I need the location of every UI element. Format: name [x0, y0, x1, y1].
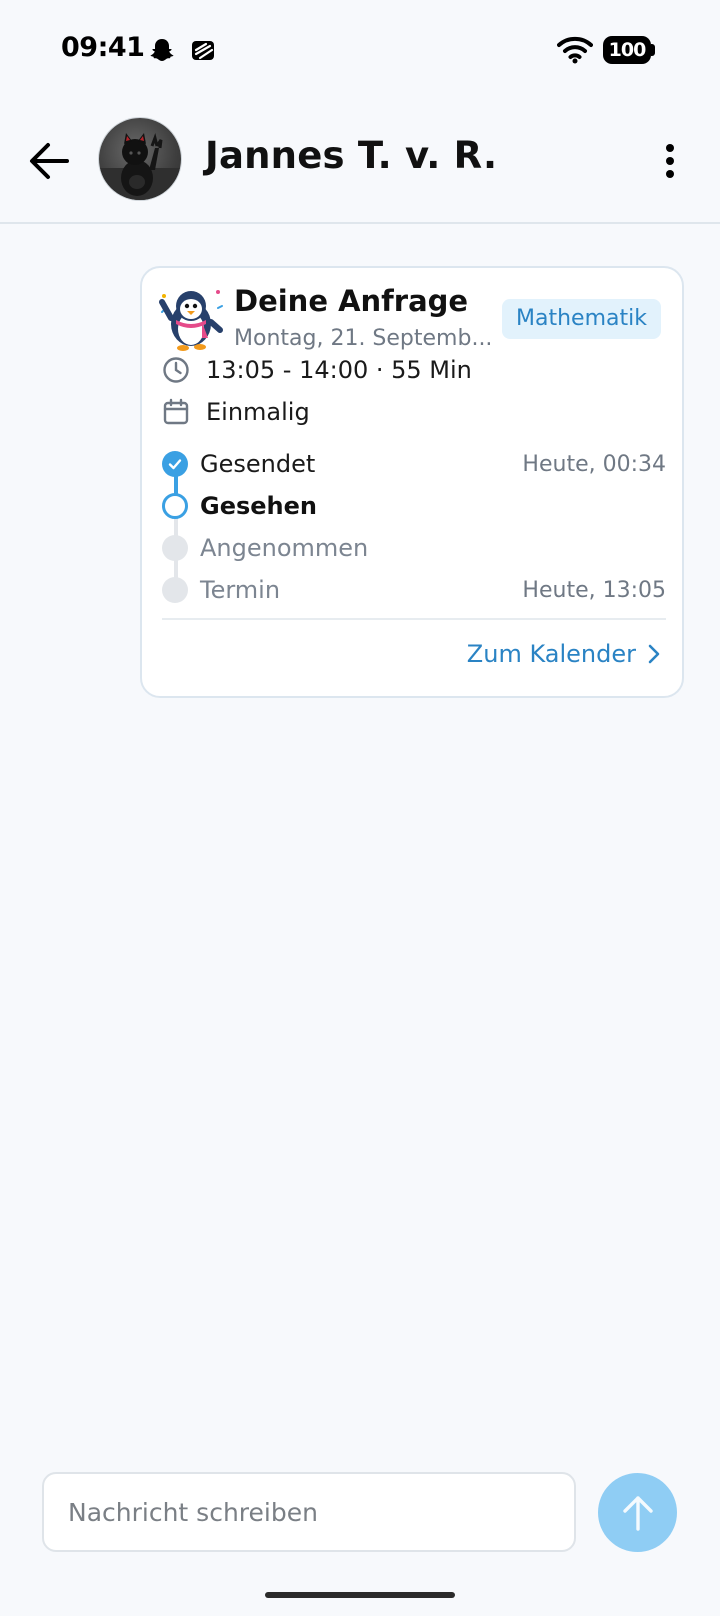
send-button[interactable]: [598, 1473, 677, 1552]
timeline-step-gesendet: Gesendet Heute, 00:34: [162, 444, 666, 484]
arrow-up-icon: [622, 1495, 653, 1531]
card-title: Deine Anfrage: [234, 284, 469, 318]
chat-header: Jannes T. v. R.: [0, 100, 720, 224]
back-button[interactable]: [24, 136, 74, 186]
timeline-step-termin: Termin Heute, 13:05: [162, 570, 666, 610]
clock-icon: [162, 356, 190, 384]
recurrence-row: Einmalig: [162, 398, 310, 426]
chevron-right-icon: [648, 644, 660, 664]
back-arrow-icon: [30, 143, 69, 179]
app-notification-icon: [190, 37, 216, 67]
timeline-step-label: Angenommen: [200, 534, 369, 562]
current-step-circle-icon: [162, 493, 188, 519]
timeline-step-time: Heute, 00:34: [522, 451, 666, 477]
recurrence: Einmalig: [206, 398, 310, 426]
pending-step-circle-icon: [162, 577, 188, 603]
timeline-step-angenommen: Angenommen: [162, 528, 666, 568]
battery-icon: 100: [603, 36, 655, 64]
message-input[interactable]: [44, 1474, 574, 1550]
penguin-mascot-icon: [156, 282, 226, 354]
time-row: 13:05 - 14:00 · 55 Min: [162, 356, 472, 384]
pending-step-circle-icon: [162, 535, 188, 561]
status-bar: 09:41 100: [0, 0, 720, 100]
check-circle-icon: [162, 451, 188, 477]
timeline-step-gesehen: Gesehen: [162, 486, 666, 526]
calendar-icon: [162, 398, 190, 426]
more-vertical-icon: [666, 144, 674, 178]
card-date: Montag, 21. Septemb...: [234, 326, 493, 351]
contact-name[interactable]: Jannes T. v. R.: [205, 134, 497, 177]
lucky-cat-avatar-icon: [99, 132, 181, 200]
subject-badge: Mathematik: [502, 299, 661, 339]
calendar-link[interactable]: Zum Kalender: [467, 634, 660, 674]
battery-level: 100: [608, 39, 647, 61]
request-card[interactable]: Deine Anfrage Montag, 21. Septemb... Mat…: [140, 266, 684, 698]
avatar[interactable]: [99, 118, 181, 200]
snapchat-icon: [149, 37, 175, 67]
wifi-icon: [557, 36, 593, 68]
card-divider: [162, 618, 666, 620]
timeline-step-label: Gesendet: [200, 450, 316, 478]
status-time: 09:41: [61, 32, 145, 63]
home-indicator[interactable]: [265, 1592, 455, 1598]
timeline-step-label: Termin: [200, 576, 281, 604]
message-composer: [42, 1472, 576, 1552]
timeline-step-label: Gesehen: [200, 492, 317, 520]
calendar-link-label: Zum Kalender: [466, 640, 636, 668]
more-options-button[interactable]: [650, 138, 690, 184]
time-range: 13:05 - 14:00 · 55 Min: [206, 356, 472, 384]
timeline-step-time: Heute, 13:05: [522, 577, 666, 603]
